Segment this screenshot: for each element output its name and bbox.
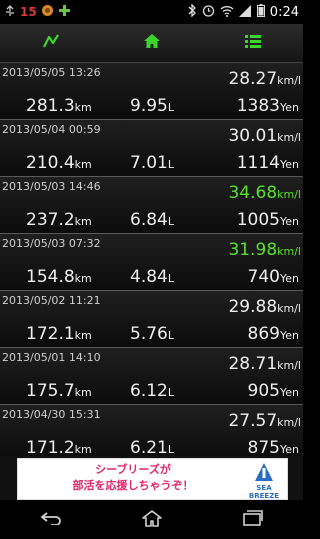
chart-button[interactable] (31, 28, 71, 58)
ad-line-2: 部活を応援しちゃうぞ！ (72, 479, 194, 492)
ad-text: シーブリーズが 部活を応援しちゃうぞ！ (28, 462, 238, 494)
list-item[interactable]: 2013/05/03 07:32 31.98km/l 154.8km 4.84L… (0, 234, 303, 291)
list-item[interactable]: 2013/05/01 14:10 28.71km/l 175.7km 6.12L… (0, 348, 303, 405)
entry-efficiency: 34.68km/l (228, 183, 301, 203)
entry-efficiency: 28.71km/l (228, 354, 301, 374)
list-item[interactable]: 2013/05/02 11:21 29.88km/l 172.1km 5.76L… (0, 291, 303, 348)
entry-date: 2013/05/01 14:10 (2, 351, 101, 364)
alarm-icon (202, 4, 215, 20)
entry-date: 2013/05/02 11:21 (2, 294, 101, 307)
entry-cost: 869Yen (247, 324, 299, 344)
recent-apps-icon (242, 509, 264, 530)
home-icon (141, 509, 163, 531)
toolbar (0, 24, 303, 63)
clock: 0:24 (269, 4, 299, 20)
entry-date: 2013/05/03 14:46 (2, 180, 101, 193)
list-item[interactable]: 2013/05/05 13:26 28.27km/l 281.3km 9.95L… (0, 63, 303, 120)
entry-cost: 1005Yen (236, 210, 299, 230)
entry-cost: 740Yen (247, 267, 299, 287)
back-button[interactable] (26, 505, 76, 535)
chart-icon (42, 33, 60, 53)
ad-line-1: シーブリーズが (95, 463, 171, 476)
entry-distance: 281.3km (26, 96, 92, 116)
entry-efficiency: 29.88km/l (228, 297, 301, 317)
entry-fuel: 5.76L (130, 324, 174, 344)
entry-efficiency: 27.57km/l (228, 411, 301, 431)
bluetooth-icon (187, 3, 197, 20)
entry-distance: 210.4km (26, 153, 92, 173)
ad-banner[interactable]: シーブリーズが 部活を応援しちゃうぞ！ SEA BREEZE (17, 458, 288, 500)
entry-fuel: 9.95L (130, 96, 174, 116)
entry-cost: 875Yen (247, 438, 299, 456)
status-bar: 15 0:24 (0, 0, 303, 24)
entry-distance: 154.8km (26, 267, 92, 287)
ad-logo: SEA BREEZE (247, 462, 281, 500)
fuel-log-list[interactable]: 2013/05/05 13:26 28.27km/l 281.3km 9.95L… (0, 63, 303, 456)
home-icon (143, 33, 161, 53)
notification-count: 15 (20, 5, 37, 19)
entry-distance: 237.2km (26, 210, 92, 230)
signal-icon (238, 4, 252, 20)
entry-cost: 1114Yen (236, 153, 299, 173)
entry-distance: 171.2km (26, 438, 92, 456)
entry-date: 2013/05/05 13:26 (2, 66, 101, 79)
home-nav-button[interactable] (127, 505, 177, 535)
entry-fuel: 7.01L (130, 153, 174, 173)
back-icon (39, 510, 63, 529)
entry-efficiency: 28.27km/l (228, 69, 301, 89)
usb-icon (4, 4, 16, 20)
entry-cost: 905Yen (247, 381, 299, 401)
entry-fuel: 6.21L (130, 438, 174, 456)
plus-icon (58, 4, 71, 20)
entry-cost: 1383Yen (236, 96, 299, 116)
list-item[interactable]: 2013/05/04 00:59 30.01km/l 210.4km 7.01L… (0, 120, 303, 177)
entry-fuel: 6.84L (130, 210, 174, 230)
entry-distance: 172.1km (26, 324, 92, 344)
entry-date: 2013/05/03 07:32 (2, 237, 101, 250)
wifi-icon (220, 5, 234, 20)
navigation-bar (0, 500, 303, 539)
ad-logo-text: SEA BREEZE (248, 484, 280, 500)
list-item[interactable]: 2013/05/03 14:46 34.68km/l 237.2km 6.84L… (0, 177, 303, 234)
list-button[interactable] (233, 28, 273, 58)
entry-efficiency: 30.01km/l (228, 126, 301, 146)
ad-banner-area: シーブリーズが 部活を応援しちゃうぞ！ SEA BREEZE (0, 456, 303, 500)
recent-apps-button[interactable] (228, 505, 278, 535)
entry-distance: 175.7km (26, 381, 92, 401)
entry-fuel: 4.84L (130, 267, 174, 287)
list-icon (244, 33, 262, 53)
home-button[interactable] (132, 28, 172, 58)
entry-fuel: 6.12L (130, 381, 174, 401)
badge-icon (41, 4, 54, 20)
list-item[interactable]: 2013/04/30 15:31 27.57km/l 171.2km 6.21L… (0, 405, 303, 456)
entry-date: 2013/05/04 00:59 (2, 123, 101, 136)
battery-icon (256, 4, 265, 20)
entry-date: 2013/04/30 15:31 (2, 408, 101, 421)
entry-efficiency: 31.98km/l (228, 240, 301, 260)
